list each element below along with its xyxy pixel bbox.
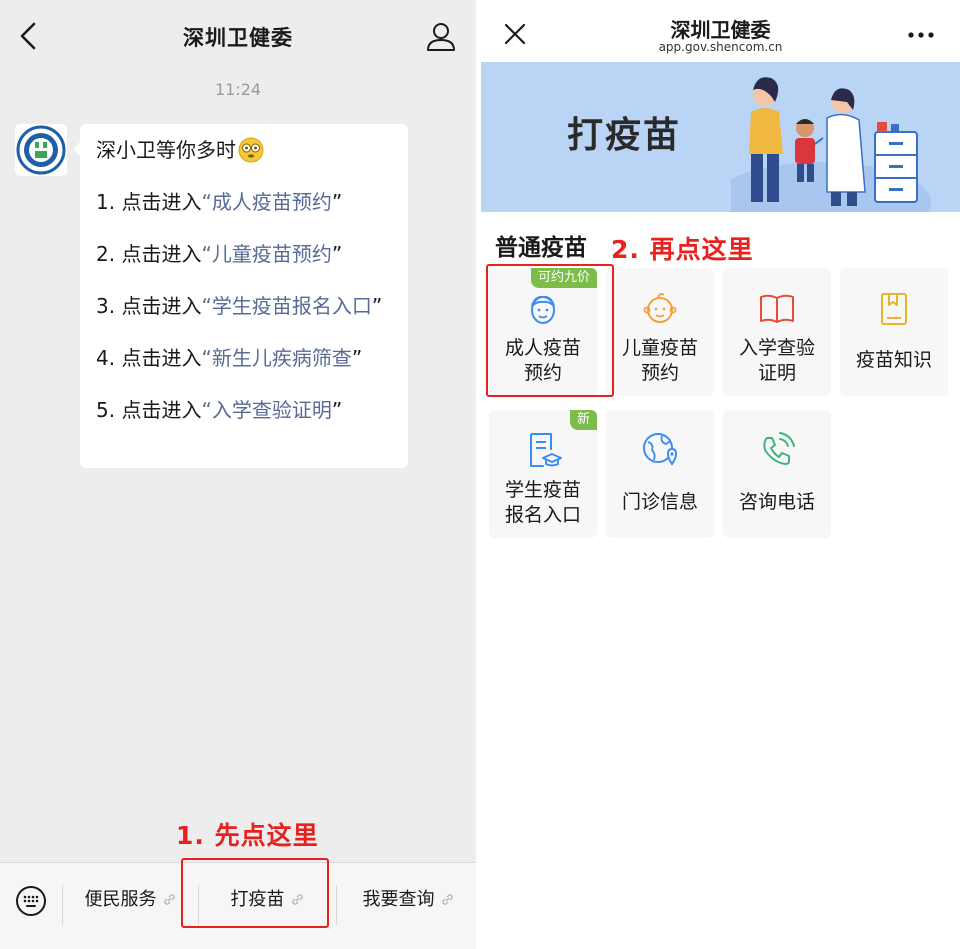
child-vaccine-link[interactable]: “儿童疫苗预约 (201, 242, 331, 266)
card-child-vaccine-booking[interactable]: 儿童疫苗 预约 (606, 268, 714, 396)
message-timestamp: 11:24 (214, 80, 262, 99)
card-label: 儿童疫苗 预约 (621, 337, 698, 384)
webview-panel: 深圳卫健委 app.gov.shencom.cn 打疫苗 普通疫苗 2. 再点这… (481, 0, 960, 949)
vaccination-illustration (731, 77, 931, 212)
menu-item-1: 1. 点击进入“成人疫苗预约” (96, 190, 343, 214)
card-label: 学生疫苗 报名入口 (504, 479, 581, 526)
menu-divider (62, 885, 63, 925)
menu-item-5: 5. 点击进入“入学查验证明” (96, 398, 343, 422)
book-icon (760, 294, 794, 323)
card-label: 疫苗知识 (855, 349, 932, 371)
dazed-face-emoji-icon (238, 137, 264, 163)
webview-header: 深圳卫健委 app.gov.shencom.cn (481, 0, 960, 62)
greeting-text: 深小卫等你多时 (96, 138, 236, 162)
child-face-icon (643, 293, 677, 323)
menu-item-2: 2. 点击进入“儿童疫苗预约” (96, 242, 343, 266)
tab-inquiry[interactable]: 我要查询 (340, 885, 476, 915)
new-badge: 新 (569, 410, 597, 430)
step2-highlight-box (486, 264, 614, 397)
graduation-doc-icon (530, 433, 562, 467)
card-school-entry-certificate[interactable]: 入学查验 证明 (723, 268, 831, 396)
step2-annotation: 2. 再点这里 (611, 235, 754, 264)
official-account-avatar[interactable] (15, 124, 67, 176)
chat-panel: 深圳卫健委 11:24 深小卫等你多时 1. 点击进入“成人疫苗预约” 2. 点… (0, 0, 476, 949)
card-label: 咨询电话 (738, 491, 815, 513)
school-certificate-link[interactable]: “入学查验证明 (201, 398, 331, 422)
menu-divider (336, 885, 337, 925)
profile-icon[interactable] (424, 20, 458, 54)
message-bubble: 深小卫等你多时 1. 点击进入“成人疫苗预约” 2. 点击进入“儿童疫苗预约” … (73, 124, 408, 468)
globe-location-icon (643, 433, 678, 466)
phone-icon (763, 432, 795, 465)
link-icon (163, 894, 175, 905)
card-student-vaccine-registration[interactable]: 新 学生疫苗 报名入口 (489, 410, 597, 538)
banner-title: 打疫苗 (567, 115, 682, 156)
webview-url: app.gov.shencom.cn (658, 40, 783, 54)
card-clinic-info[interactable]: 门诊信息 (606, 410, 714, 538)
keyboard-icon[interactable] (14, 884, 48, 918)
chat-header: 深圳卫健委 (0, 0, 476, 72)
card-label: 入学查验 证明 (738, 337, 815, 384)
greeting-line: 深小卫等你多时 (96, 136, 392, 164)
health-commission-logo (16, 125, 66, 175)
webview-title: 深圳卫健委 (670, 18, 771, 42)
more-options-icon[interactable] (905, 30, 937, 40)
bookmark-book-icon (881, 293, 907, 325)
vaccine-banner: 打疫苗 (481, 62, 960, 212)
adult-vaccine-link[interactable]: “成人疫苗预约 (201, 190, 331, 214)
card-label: 门诊信息 (621, 491, 698, 513)
tab-public-services[interactable]: 便民服务 (66, 885, 194, 915)
menu-item-4: 4. 点击进入“新生儿疾病筛查” (96, 346, 363, 370)
card-vaccine-knowledge[interactable]: 疫苗知识 (840, 268, 948, 396)
section-title-common-vaccines: 普通疫苗 (495, 235, 587, 261)
step1-highlight-box (181, 858, 329, 928)
link-icon (441, 894, 453, 905)
card-consultation-hotline[interactable]: 咨询电话 (723, 410, 831, 538)
chat-title: 深圳卫健委 (183, 26, 293, 50)
student-vaccine-link[interactable]: “学生疫苗报名入口 (201, 294, 371, 318)
step1-annotation: 1. 先点这里 (176, 821, 319, 850)
menu-item-3: 3. 点击进入“学生疫苗报名入口” (96, 294, 383, 318)
newborn-screening-link[interactable]: “新生儿疾病筛查 (201, 346, 351, 370)
